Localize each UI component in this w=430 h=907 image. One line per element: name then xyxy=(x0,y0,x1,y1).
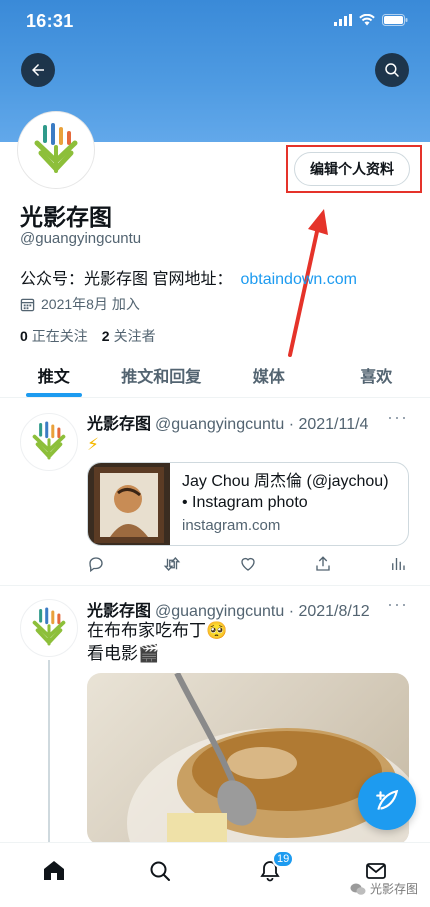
tweet-meta: @guangyingcuntu · 2021/8/12 xyxy=(155,603,370,620)
compose-button[interactable] xyxy=(358,772,416,830)
tweet-actions xyxy=(87,553,407,575)
tweet-avatar[interactable] xyxy=(20,599,78,657)
follow-stats: 0 正在关注 2 关注者 xyxy=(20,326,156,346)
tab-likes[interactable]: 喜欢 xyxy=(323,352,430,397)
tweet-text: ⚡ xyxy=(87,435,99,454)
card-title: Jay Chou 周杰倫 (@jaychou) • Instagram phot… xyxy=(182,473,389,511)
nav-home[interactable] xyxy=(40,857,68,885)
logo-icon xyxy=(34,123,78,173)
bottom-navigation xyxy=(0,842,430,907)
logo-icon xyxy=(32,421,66,460)
compose-icon xyxy=(376,789,399,810)
status-bar: 16:31 xyxy=(0,0,430,44)
card-domain: instagram.com xyxy=(182,517,281,534)
tweet-divider xyxy=(0,585,430,586)
link-card[interactable]: Jay Chou 周杰倫 (@jaychou) • Instagram phot… xyxy=(87,462,409,546)
tweet-author[interactable]: 光影存图 xyxy=(87,603,151,620)
tab-tweets-replies[interactable]: 推文和回复 xyxy=(108,352,216,397)
nav-explore[interactable] xyxy=(146,857,174,885)
tweet-author[interactable]: 光影存图 xyxy=(87,416,151,433)
tweet-text: 在布布家吃布丁🥺 看电影🎬 xyxy=(87,621,228,663)
signal-icon xyxy=(334,14,352,26)
joined-date: 2021年8月 加入 xyxy=(20,294,140,314)
share-icon[interactable] xyxy=(314,555,332,573)
profile-tabs: 推文 推文和回复 媒体 喜欢 xyxy=(0,352,430,398)
like-icon[interactable] xyxy=(239,555,257,573)
retweet-icon[interactable] xyxy=(162,555,182,573)
explore-icon xyxy=(150,861,170,881)
following-link[interactable]: 0 正在关注 xyxy=(20,326,88,346)
home-icon xyxy=(44,861,64,880)
tweet-avatar[interactable] xyxy=(20,413,78,471)
tweet-header: 光影存图 @guangyingcuntu · 2021/8/12 xyxy=(87,597,370,621)
status-time: 16:31 xyxy=(26,11,74,31)
profile-bio: 公众号：光影存图 官网地址： obtaindown.com xyxy=(20,265,357,289)
more-options-icon[interactable]: ··· xyxy=(387,594,408,615)
card-thumbnail xyxy=(88,463,170,545)
tab-tweets[interactable]: 推文 xyxy=(0,352,108,397)
back-arrow-icon xyxy=(32,64,44,76)
tweet-meta: @guangyingcuntu · 2021/11/4 xyxy=(155,416,369,433)
bio-text: 公众号：光影存图 官网地址： xyxy=(20,271,233,288)
analytics-icon[interactable] xyxy=(389,555,407,573)
watermark: 光影存图 xyxy=(350,880,418,897)
wechat-icon xyxy=(350,883,366,895)
followers-link[interactable]: 2 关注者 xyxy=(102,326,156,346)
calendar-icon xyxy=(20,298,35,311)
notification-badge: 19 xyxy=(272,850,295,868)
profile-handle: @guangyingcuntu xyxy=(20,230,142,247)
battery-icon xyxy=(382,14,408,26)
status-indicators xyxy=(334,14,408,26)
back-button[interactable] xyxy=(21,53,55,87)
profile-avatar[interactable] xyxy=(18,112,94,188)
joined-text: 2021年8月 加入 xyxy=(41,296,140,312)
tweet-photo[interactable] xyxy=(87,673,409,845)
thread-line xyxy=(48,660,50,860)
tab-media[interactable]: 媒体 xyxy=(215,352,323,397)
edit-profile-button[interactable]: 编辑个人资料 xyxy=(294,152,410,186)
reply-icon[interactable] xyxy=(87,555,105,573)
tweet-header: 光影存图 @guangyingcuntu · 2021/11/4 xyxy=(87,410,368,434)
wifi-icon xyxy=(359,14,375,26)
search-icon xyxy=(385,63,399,77)
profile-name: 光影存图 xyxy=(20,204,112,230)
more-options-icon[interactable]: ··· xyxy=(387,407,408,428)
search-button[interactable] xyxy=(375,53,409,87)
logo-icon xyxy=(32,607,66,646)
bio-link[interactable]: obtaindown.com xyxy=(240,271,357,288)
